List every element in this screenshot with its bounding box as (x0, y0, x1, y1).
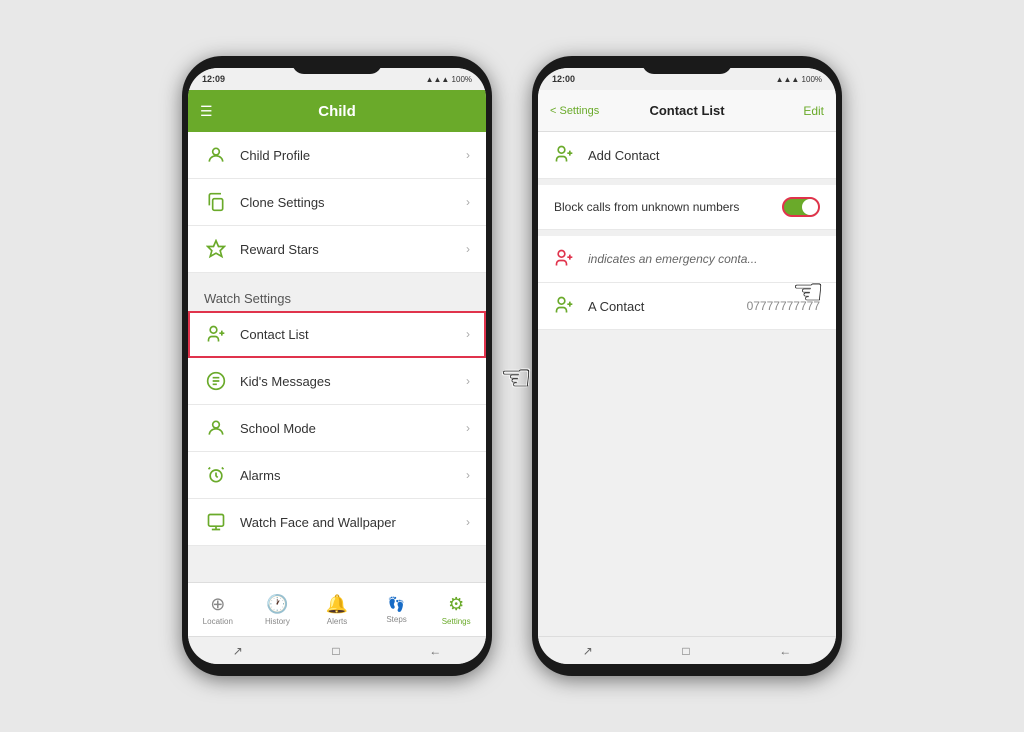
android-back-1[interactable]: ← (429, 644, 441, 658)
android-back-2[interactable]: ← (779, 644, 791, 658)
block-calls-toggle[interactable] (782, 197, 820, 217)
chevron-icon-2: › (466, 195, 470, 209)
cursor-hand-1: ☞ (500, 357, 532, 399)
chevron-icon-3: › (466, 242, 470, 256)
history-label: History (265, 617, 290, 626)
add-contact-label: Add Contact (588, 148, 820, 163)
android-nav-2: ↗ □ ← (538, 636, 836, 664)
add-contact-icon (554, 144, 576, 166)
contact-header: < Settings Contact List Edit (538, 90, 836, 132)
chevron-icon-8: › (466, 515, 470, 529)
phone1-notch (292, 56, 382, 74)
school-mode-icon (204, 416, 228, 440)
menu-item-clone-settings[interactable]: Clone Settings › (188, 179, 486, 226)
android-share-1[interactable]: ↗ (233, 644, 243, 658)
settings-icon: ⚙ (448, 594, 464, 615)
menu-item-kids-messages[interactable]: Kid's Messages › (188, 358, 486, 405)
phone2-wrapper: 12:00 ▲▲▲ 100% < Settings Contact List E… (532, 56, 842, 676)
contact-list-content: Add Contact Block calls from unknown num… (538, 132, 836, 636)
menu-item-watch-face[interactable]: Watch Face and Wallpaper › (188, 499, 486, 546)
contact-list-icon (204, 322, 228, 346)
phone1-screen: 12:09 ▲▲▲ 100% ☰ Child (188, 68, 486, 664)
alarms-label: Alarms (240, 468, 466, 483)
menu-icon-1[interactable]: ☰ (200, 103, 213, 120)
android-home-2[interactable]: □ (682, 644, 689, 658)
nav-steps[interactable]: 👣 Steps (367, 592, 427, 628)
block-calls-row: Block calls from unknown numbers (538, 185, 836, 230)
emergency-row: indicates an emergency conta... (538, 236, 836, 283)
location-label: Location (203, 617, 233, 626)
menu-item-school-mode[interactable]: School Mode › (188, 405, 486, 452)
status-icons-2: ▲▲▲ 100% (776, 75, 822, 84)
watch-face-label: Watch Face and Wallpaper (240, 515, 466, 530)
reward-stars-label: Reward Stars (240, 242, 466, 257)
phone2-notch (642, 56, 732, 74)
alerts-label: Alerts (327, 617, 347, 626)
nav-location[interactable]: ⊕ Location (188, 590, 248, 630)
a-contact-row[interactable]: A Contact 07777777777 (538, 283, 836, 330)
child-profile-icon (204, 143, 228, 167)
chevron-icon-7: › (466, 468, 470, 482)
phone2-screen: 12:00 ▲▲▲ 100% < Settings Contact List E… (538, 68, 836, 664)
kids-messages-label: Kid's Messages (240, 374, 466, 389)
signal-icon-1: ▲▲▲ 100% (426, 75, 472, 84)
back-button[interactable]: < Settings (550, 105, 599, 117)
bottom-nav-1: ⊕ Location 🕐 History 🔔 Alerts 👣 Steps ⚙ (188, 582, 486, 636)
watch-face-icon (204, 510, 228, 534)
watch-settings-label: Watch Settings (188, 281, 486, 311)
a-contact-number: 07777777777 (747, 299, 820, 313)
android-share-2[interactable]: ↗ (583, 644, 593, 658)
menu-list-1: Child Profile › Clone Settings › (188, 132, 486, 582)
emergency-icon (554, 248, 576, 270)
chevron-icon-4: › (466, 327, 470, 341)
app-header-1: ☰ Child (188, 90, 486, 132)
reward-stars-icon (204, 237, 228, 261)
phone2: 12:00 ▲▲▲ 100% < Settings Contact List E… (532, 56, 842, 676)
menu-item-contact-list[interactable]: Contact List › (188, 311, 486, 358)
section-gap-1 (188, 273, 486, 281)
location-icon: ⊕ (210, 594, 225, 615)
contact-list-label: Contact List (240, 327, 466, 342)
nav-alerts[interactable]: 🔔 Alerts (307, 590, 367, 630)
emergency-label: indicates an emergency conta... (588, 252, 757, 266)
menu-item-alarms[interactable]: Alarms › (188, 452, 486, 499)
clone-settings-icon (204, 190, 228, 214)
a-contact-icon (554, 295, 576, 317)
signal-icon-2: ▲▲▲ 100% (776, 75, 822, 84)
school-mode-label: School Mode (240, 421, 466, 436)
history-icon: 🕐 (266, 594, 288, 615)
steps-icon: 👣 (388, 596, 405, 613)
android-home-1[interactable]: □ (332, 644, 339, 658)
steps-label: Steps (386, 615, 406, 624)
status-time-2: 12:00 (552, 74, 575, 84)
chevron-icon-5: › (466, 374, 470, 388)
phone1: 12:09 ▲▲▲ 100% ☰ Child (182, 56, 492, 676)
child-profile-label: Child Profile (240, 148, 466, 163)
alarms-icon (204, 463, 228, 487)
a-contact-name: A Contact (588, 299, 747, 314)
chevron-icon-6: › (466, 421, 470, 435)
chevron-icon: › (466, 148, 470, 162)
menu-item-reward-stars[interactable]: Reward Stars › (188, 226, 486, 273)
header-title-1: Child (318, 103, 356, 120)
contact-list-title: Contact List (649, 103, 724, 118)
status-time-1: 12:09 (202, 74, 225, 84)
nav-settings[interactable]: ⚙ Settings (426, 590, 486, 630)
phone1-wrapper: 12:09 ▲▲▲ 100% ☰ Child (182, 56, 492, 676)
nav-history[interactable]: 🕐 History (248, 590, 308, 630)
android-nav-1: ↗ □ ← (188, 636, 486, 664)
status-icons-1: ▲▲▲ 100% (426, 75, 472, 84)
block-calls-label: Block calls from unknown numbers (554, 200, 782, 214)
edit-button[interactable]: Edit (803, 104, 824, 118)
kids-messages-icon (204, 369, 228, 393)
clone-settings-label: Clone Settings (240, 195, 466, 210)
menu-item-child-profile[interactable]: Child Profile › (188, 132, 486, 179)
settings-label: Settings (442, 617, 471, 626)
add-contact-item[interactable]: Add Contact (538, 132, 836, 179)
alerts-icon: 🔔 (326, 594, 348, 615)
